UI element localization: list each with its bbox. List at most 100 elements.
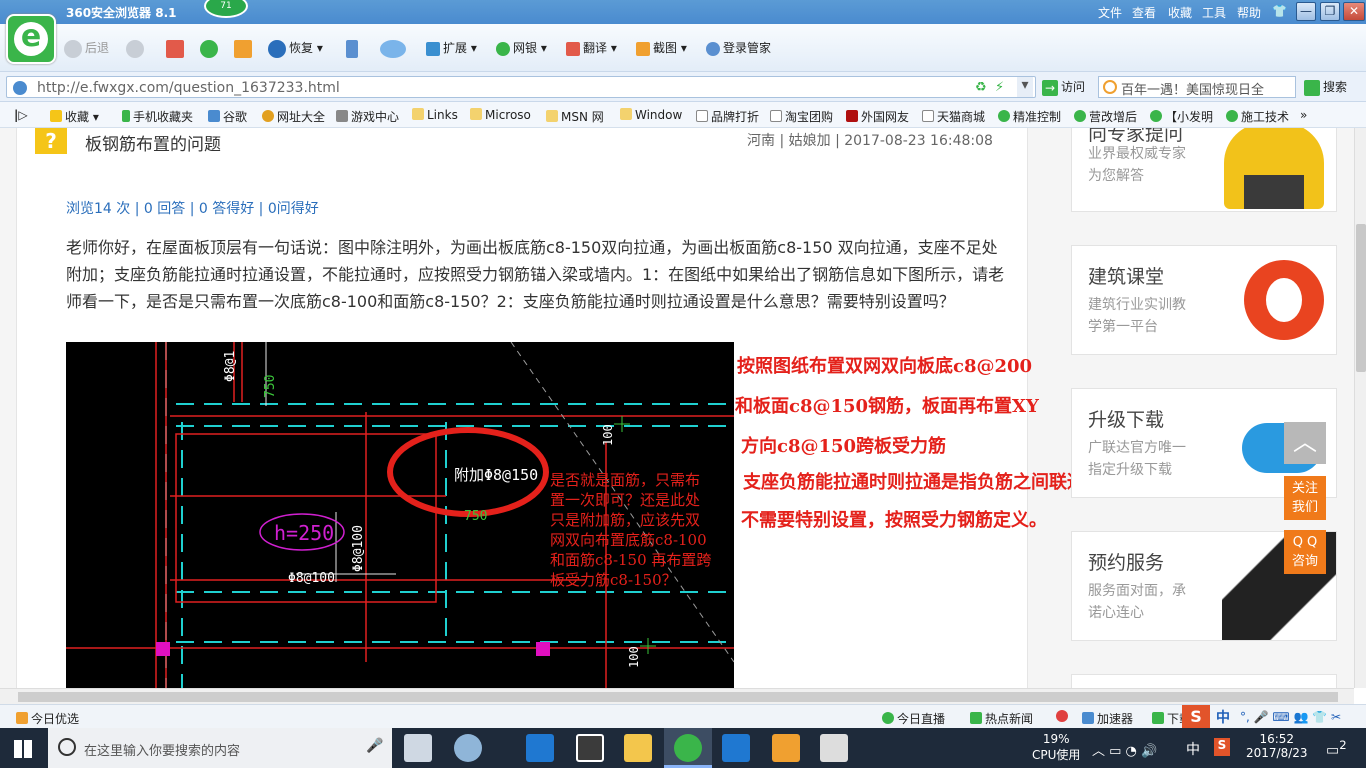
menu-help[interactable]: 帮助 (1237, 4, 1261, 21)
translate-button[interactable]: 翻译 ▾ (566, 37, 617, 59)
bookmark-favorites[interactable]: 收藏 ▾ (50, 108, 99, 125)
hot-news-link[interactable]: 热点新闻 (970, 710, 1033, 727)
restore-button[interactable]: ❐ (1320, 2, 1340, 21)
sidebar-card-expert[interactable]: 向专家提问 业界最权威专家 为您解答 (1071, 128, 1337, 212)
question-stats[interactable]: 浏览14 次 | 0 回答 | 0 答得好 | 0问得好 (66, 198, 319, 218)
home-button[interactable] (234, 37, 255, 59)
bookmark-item[interactable]: 手机收藏夹 (122, 108, 193, 125)
back-button[interactable]: 后退 (64, 37, 109, 59)
restore-tabs-button[interactable]: 恢复 ▾ (268, 37, 323, 59)
chat-icon (1074, 110, 1086, 122)
chat-icon (1226, 110, 1238, 122)
refresh-button[interactable] (200, 37, 221, 59)
store-icon[interactable] (576, 734, 604, 762)
bookmark-item[interactable]: 网址大全 (262, 108, 325, 125)
cloud-icon (380, 39, 406, 58)
qq-consult-button[interactable]: Q Q 咨询 (1284, 530, 1326, 574)
app-plus-icon[interactable] (722, 734, 750, 762)
recycle-icon[interactable]: ♻ (975, 80, 987, 95)
windows-start-icon[interactable] (14, 740, 32, 758)
menu-view[interactable]: 查看 (1132, 4, 1156, 21)
edge-icon[interactable] (526, 734, 554, 762)
today-live-link[interactable]: 今日直播 (882, 710, 945, 727)
horizontal-scrollbar[interactable] (0, 688, 1354, 704)
search-button[interactable]: 搜索 (1304, 78, 1347, 96)
file-explorer-icon[interactable] (624, 734, 652, 762)
question-icon: ? (35, 128, 67, 154)
login-manager-button[interactable]: 登录管家 (706, 37, 771, 59)
bookmark-item[interactable]: 游戏中心 (336, 108, 399, 125)
netbank-button[interactable]: 网银 ▾ (496, 37, 547, 59)
go-button[interactable]: → 访问 (1042, 78, 1085, 96)
extensions-button[interactable]: 扩展 ▾ (426, 37, 477, 59)
forward-button[interactable] (126, 37, 147, 59)
drawing-label-top-rebar: Φ8@1 (223, 351, 238, 382)
app-icon[interactable] (454, 734, 482, 762)
accelerator-link[interactable]: 加速器 (1082, 710, 1133, 727)
tray-sogou-icon[interactable]: S (1214, 738, 1230, 756)
menu-tools[interactable]: 工具 (1202, 4, 1226, 21)
bookmark-item[interactable]: 营改增后 (1074, 108, 1137, 125)
lightning-icon[interactable]: ⚡ (995, 80, 1004, 95)
search-input[interactable]: 百年一遇！美国惊现日全 (1098, 76, 1296, 98)
chevron-down-icon[interactable]: ▾ (1017, 77, 1033, 97)
bookmark-item[interactable]: 品牌打折 (696, 108, 759, 125)
bookmark-item[interactable]: 外国网友 (846, 108, 909, 125)
more-bookmarks-icon[interactable]: » (1300, 108, 1307, 122)
follow-us-button[interactable]: 关注 我们 (1284, 476, 1326, 520)
bookmark-folder[interactable]: Links (412, 108, 458, 122)
browser-status-bar: 今日优选 今日直播 热点新闻 加速器 下载 S 中 °, 🎤 ⌨ 👥 👕 ✂ (0, 704, 1366, 729)
menu-favorites[interactable]: 收藏 (1168, 4, 1192, 21)
bookmark-item[interactable]: 精准控制 (998, 108, 1061, 125)
help-app-icon[interactable] (820, 734, 848, 762)
tray-icons[interactable]: ︿ ▭ ◔ 🔊 (1092, 740, 1157, 759)
bookmark-item[interactable]: 谷歌 (208, 108, 247, 125)
url-field[interactable]: http://e.fwxgx.com/question_1637233.html… (6, 76, 1036, 98)
screenshot-button[interactable]: 截图 ▾ (636, 37, 687, 59)
browser-logo[interactable]: e (6, 14, 56, 64)
e-logo-icon: e (14, 22, 48, 56)
back-to-top-button[interactable]: ︿ (1284, 422, 1326, 464)
taskbar-browser-active[interactable] (664, 728, 712, 768)
sidebar-card-classroom[interactable]: 建筑课堂 建筑行业实训教 学第一平台 (1071, 245, 1337, 355)
medical-icon[interactable] (1056, 710, 1071, 724)
vertical-scrollbar-thumb[interactable] (1356, 224, 1366, 372)
close-button[interactable]: ✕ (1343, 2, 1365, 21)
skin-icon[interactable]: 👕 (1272, 4, 1287, 18)
ime-tools-icon[interactable]: °, 🎤 ⌨ 👥 👕 ✂ (1240, 710, 1341, 724)
notification-center-icon[interactable]: ▭2 (1326, 738, 1347, 759)
bookmark-folder[interactable]: Window (620, 108, 682, 122)
tray-ime[interactable]: 中 (1186, 739, 1200, 759)
sidebar-toggle-icon[interactable]: |▷ (14, 108, 28, 122)
notes-icon[interactable] (772, 734, 800, 762)
bookmark-folder[interactable]: Microso (470, 108, 531, 122)
microphone-icon[interactable]: 🎤 (366, 738, 383, 754)
bookmark-item[interactable]: 天猫商城 (922, 108, 985, 125)
search-icon (1304, 79, 1320, 96)
bookmark-item[interactable]: 施工技术 (1226, 108, 1289, 125)
stop-button[interactable] (166, 37, 187, 59)
answer-line-4: 支座负筋能拉通时则拉通是指负筋之间联通通长 (743, 472, 1121, 493)
translate-icon (566, 41, 580, 56)
cloud-button[interactable] (380, 37, 409, 59)
phone-button[interactable] (346, 37, 361, 59)
horizontal-scrollbar-thumb[interactable] (18, 692, 1338, 702)
clock[interactable]: 16:52 2017/8/23 (1246, 732, 1308, 760)
star-icon (50, 110, 62, 122)
vertical-scrollbar[interactable] (1354, 128, 1366, 688)
url-text: http://e.fwxgx.com/question_1637233.html (37, 80, 340, 96)
bookmark-item[interactable]: 【小发明 (1150, 108, 1213, 125)
bookmark-folder[interactable]: MSN 网 (546, 108, 604, 125)
minimize-button[interactable]: — (1296, 2, 1316, 21)
drawing-label-bottom-rebar: Φ8@100 (288, 571, 335, 586)
today-picks-link[interactable]: 今日优选 (16, 710, 79, 727)
sogou-ime-icon[interactable]: S (1182, 705, 1210, 729)
safety-score-badge[interactable]: 71 (204, 0, 248, 18)
menu-file[interactable]: 文件 (1098, 4, 1122, 21)
cpu-usage[interactable]: 19% CPU使用 (1032, 732, 1080, 763)
task-view-icon[interactable] (404, 734, 432, 762)
ime-mode[interactable]: 中 (1216, 707, 1230, 727)
search-text: 百年一遇！美国惊现日全 (1121, 83, 1265, 98)
taskbar-search-box[interactable]: 在这里输入你要搜索的内容 🎤 (48, 728, 392, 768)
bookmark-item[interactable]: 淘宝团购 (770, 108, 833, 125)
